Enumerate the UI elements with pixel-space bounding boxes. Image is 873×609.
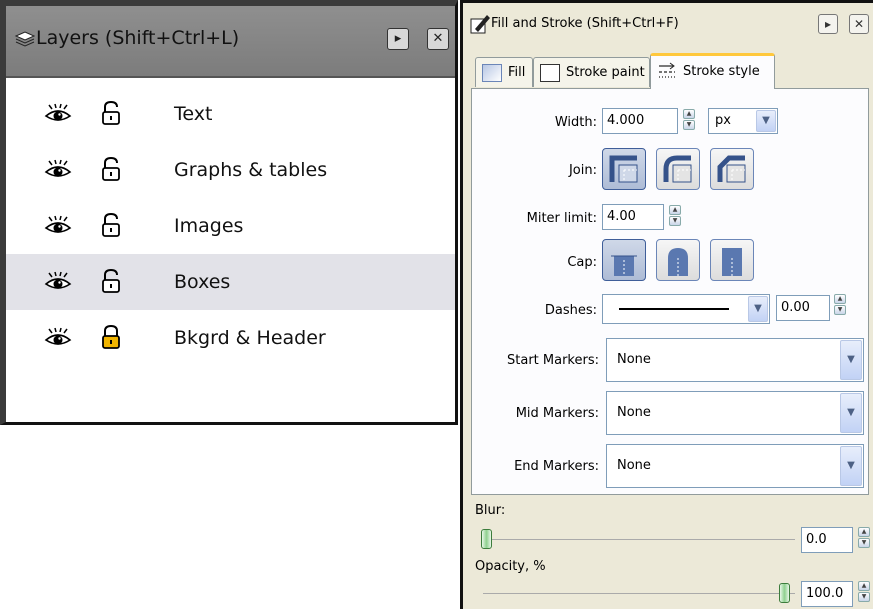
square-cap-icon (722, 248, 742, 276)
miter-limit-label: Miter limit: (526, 211, 597, 226)
layers-panel-title: Layers (Shift+Ctrl+L) (36, 27, 240, 49)
tab-fill[interactable]: Fill (475, 57, 533, 87)
layers-title-bar: Layers (Shift+Ctrl+L) ▸ ✕ (6, 6, 455, 78)
mid-markers-value: None (617, 405, 651, 420)
dash-pattern-preview (619, 308, 729, 310)
dashes-label: Dashes: (544, 303, 597, 318)
layers-panel: Layers (Shift+Ctrl+L) ▸ ✕ Text Graphs & … (0, 0, 458, 425)
layer-name: Text (174, 103, 213, 125)
width-spinner[interactable]: ▲ ▼ (683, 109, 697, 131)
round-join-button[interactable] (656, 148, 700, 190)
end-markers-select[interactable]: None ▼ (606, 444, 864, 488)
layer-name: Bkgrd & Header (174, 327, 326, 349)
panel-menu-icon[interactable]: ▸ (818, 14, 838, 34)
stroke-style-icon (659, 62, 675, 78)
layer-name: Boxes (174, 271, 231, 293)
tab-stroke-style[interactable]: Stroke style (650, 53, 775, 89)
tab-label: Stroke paint (566, 65, 645, 80)
stroke-style-content: Width: 4.000 ▲ ▼ px ▼ Join: Miter limit:… (471, 88, 869, 495)
blur-slider-thumb[interactable] (481, 529, 492, 549)
stroke-paint-icon (540, 64, 560, 82)
round-cap-icon (668, 248, 688, 276)
eye-visible-icon[interactable] (44, 270, 72, 294)
square-cap-button[interactable] (710, 239, 754, 281)
opacity-input[interactable]: 100.0 (801, 581, 853, 607)
opacity-slider-track[interactable] (483, 593, 795, 594)
blur-label: Blur: (475, 503, 506, 518)
tab-label: Stroke style (683, 64, 760, 79)
chevron-down-icon[interactable]: ▼ (840, 340, 862, 380)
start-markers-value: None (617, 352, 651, 367)
layer-row-images[interactable]: Images (6, 198, 455, 254)
round-cap-button[interactable] (656, 239, 700, 281)
layer-row-bkgrd[interactable]: Bkgrd & Header (6, 310, 455, 366)
tab-stroke-paint[interactable]: Stroke paint (533, 57, 650, 87)
width-input[interactable]: 4.000 (602, 108, 678, 134)
tab-label: Fill (508, 65, 526, 80)
unit-value: px (715, 113, 731, 128)
opacity-label: Opacity, % (475, 559, 546, 574)
start-markers-select[interactable]: None ▼ (606, 338, 864, 382)
close-icon[interactable]: ✕ (849, 14, 869, 34)
unlocked-icon[interactable] (100, 156, 122, 182)
end-markers-value: None (617, 458, 651, 473)
miter-limit-input[interactable]: 4.00 (602, 204, 664, 230)
start-markers-label: Start Markers: (507, 353, 599, 368)
layers-icon (14, 31, 36, 47)
eye-visible-icon[interactable] (44, 214, 72, 238)
layers-list: Text Graphs & tables Images Boxes Bkgrd … (6, 86, 455, 366)
unlocked-icon[interactable] (100, 268, 122, 294)
chevron-down-icon[interactable]: ▼ (756, 110, 776, 132)
eye-visible-icon[interactable] (44, 102, 72, 126)
dash-offset-spinner[interactable]: ▲ ▼ (834, 294, 848, 316)
layer-name: Graphs & tables (174, 159, 328, 181)
eye-visible-icon[interactable] (44, 326, 72, 350)
opacity-slider-thumb[interactable] (779, 583, 790, 603)
butt-cap-button[interactable] (602, 239, 646, 281)
dash-pattern-select[interactable]: ▼ (602, 294, 770, 324)
bevel-join-icon (717, 155, 746, 183)
panel-menu-icon[interactable]: ▸ (387, 28, 409, 50)
fill-swatch-icon (482, 64, 502, 82)
layer-name: Images (174, 215, 244, 237)
blur-spinner[interactable]: ▲ ▼ (858, 527, 872, 549)
join-label: Join: (568, 163, 597, 178)
chevron-down-icon[interactable]: ▼ (840, 393, 862, 433)
unlocked-icon[interactable] (100, 212, 122, 238)
fill-stroke-title-bar: Fill and Stroke (Shift+Ctrl+F) ▸ ✕ (463, 3, 873, 43)
unit-select[interactable]: px ▼ (708, 108, 778, 134)
blur-input[interactable]: 0.0 (801, 527, 853, 553)
miter-join-icon (609, 155, 638, 183)
bevel-join-button[interactable] (710, 148, 754, 190)
chevron-down-icon[interactable]: ▼ (840, 446, 862, 486)
layer-row-boxes[interactable]: Boxes (6, 254, 455, 310)
layer-row-graphs[interactable]: Graphs & tables (6, 142, 455, 198)
cap-label: Cap: (567, 255, 597, 270)
eye-visible-icon[interactable] (44, 158, 72, 182)
butt-cap-icon (611, 255, 637, 276)
unlocked-icon[interactable] (100, 100, 122, 126)
dash-offset-input[interactable]: 0.00 (776, 295, 830, 321)
chevron-down-icon[interactable]: ▼ (748, 296, 768, 322)
locked-icon[interactable] (100, 324, 122, 350)
end-markers-label: End Markers: (514, 459, 599, 474)
round-join-icon (663, 155, 692, 183)
fill-stroke-pen-icon (470, 15, 490, 34)
miter-limit-spinner[interactable]: ▲ ▼ (669, 205, 683, 227)
blur-slider-track[interactable] (483, 539, 795, 540)
mid-markers-select[interactable]: None ▼ (606, 391, 864, 435)
mid-markers-label: Mid Markers: (515, 406, 599, 421)
close-icon[interactable]: ✕ (427, 28, 449, 50)
fill-stroke-panel-title: Fill and Stroke (Shift+Ctrl+F) (491, 16, 679, 31)
width-label: Width: (554, 115, 597, 130)
layer-row-text[interactable]: Text (6, 86, 455, 142)
opacity-spinner[interactable]: ▲ ▼ (858, 581, 872, 603)
fill-stroke-panel: Fill and Stroke (Shift+Ctrl+F) ▸ ✕ Fill … (460, 0, 873, 609)
miter-join-button[interactable] (602, 148, 646, 190)
